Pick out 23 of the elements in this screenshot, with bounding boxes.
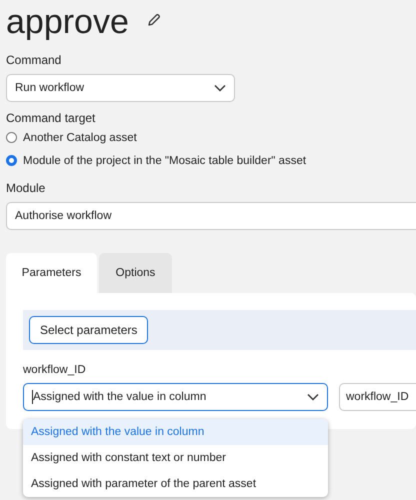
menu-item[interactable]: Assigned with constant text or number: [23, 445, 328, 471]
tab[interactable]: Parameters: [6, 253, 97, 293]
radio-button[interactable]: [6, 155, 17, 166]
chevron-icon: [307, 393, 319, 401]
page-title: approve: [6, 2, 129, 42]
pencil-icon[interactable]: [146, 13, 161, 27]
select-parameters-button[interactable]: Select parameters: [29, 316, 148, 344]
menu-item[interactable]: Assigned with the value in column: [23, 419, 328, 445]
command-dropdown[interactable]: Run workflow: [6, 74, 235, 102]
chevron-icon: [214, 84, 226, 92]
tab[interactable]: Options: [99, 253, 172, 293]
radio-label[interactable]: Module of the project in the "Mosaic table builder" asset: [23, 154, 306, 166]
field-label: Command: [6, 52, 62, 68]
mode-dropdown[interactable]: Assigned with the value in column: [23, 383, 328, 411]
text-cursor: [32, 390, 33, 404]
radio-label[interactable]: Another Catalog asset: [23, 132, 137, 144]
column-field[interactable]: workflow_ID: [339, 383, 416, 411]
menu-item[interactable]: Assigned with parameter of the parent asset: [23, 471, 328, 497]
field-label: Command target: [6, 110, 96, 126]
radio-button[interactable]: [6, 132, 17, 143]
module-field[interactable]: Authorise workflow: [6, 202, 416, 230]
field-label: Module: [6, 180, 46, 196]
parameter-label: workflow_ID: [23, 363, 87, 378]
